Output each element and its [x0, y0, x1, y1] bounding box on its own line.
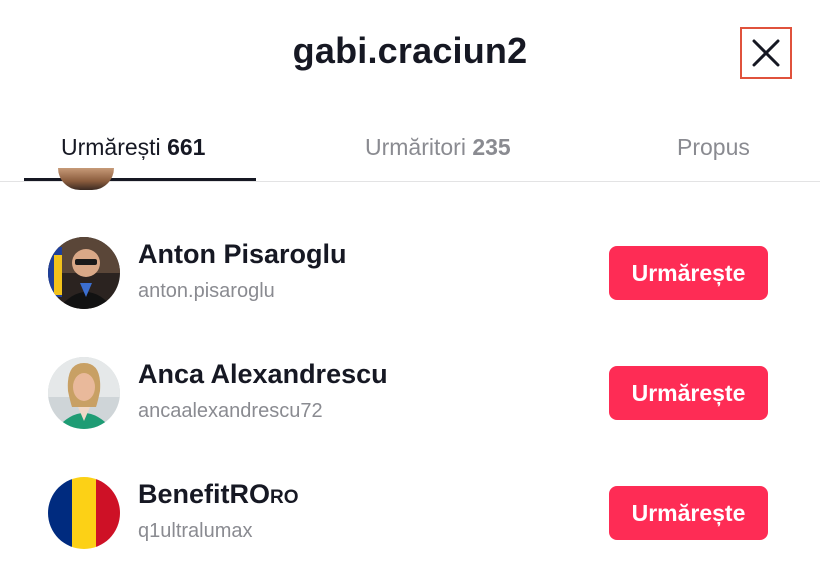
- user-name[interactable]: Anton Pisaroglu: [138, 239, 347, 270]
- active-tab-indicator: [24, 178, 256, 181]
- avatar[interactable]: [48, 237, 120, 309]
- list-item[interactable]: Anca Alexandrescu ancaalexandrescu72 Urm…: [0, 332, 820, 452]
- follow-button[interactable]: Urmărește: [609, 246, 768, 300]
- tab-bar: Urmărești 661 Urmăritori 235 Propus: [0, 120, 820, 182]
- user-name-text: BenefitRO: [138, 479, 271, 509]
- user-name-text: Anca Alexandrescu: [138, 359, 388, 389]
- modal-header: gabi.craciun2: [0, 0, 820, 110]
- tab-following-count: 661: [167, 134, 206, 160]
- tab-following[interactable]: Urmărești 661: [61, 134, 205, 161]
- user-name[interactable]: BenefitRORO: [138, 479, 299, 510]
- close-icon: [752, 39, 780, 67]
- avatar[interactable]: [58, 168, 114, 190]
- page-title: gabi.craciun2: [292, 30, 528, 71]
- user-handle[interactable]: q1ultralumax: [138, 520, 253, 543]
- tab-followers[interactable]: Urmăritori 235: [365, 134, 511, 161]
- user-name-text: Anton Pisaroglu: [138, 239, 347, 269]
- list-item[interactable]: BenefitRORO q1ultralumax Urmărește: [0, 452, 820, 572]
- user-handle[interactable]: ancaalexandrescu72: [138, 400, 323, 423]
- tab-followers-label: Urmăritori: [365, 134, 466, 160]
- tab-suggested[interactable]: Propus: [677, 134, 750, 161]
- list-item[interactable]: Anton Pisaroglu anton.pisaroglu Urmăreșt…: [0, 212, 820, 332]
- avatar[interactable]: [48, 477, 120, 549]
- tab-suggested-label: Propus: [677, 134, 750, 160]
- tab-followers-count: 235: [472, 134, 511, 160]
- tab-following-label: Urmărești: [61, 134, 161, 160]
- user-handle[interactable]: anton.pisaroglu: [138, 280, 275, 303]
- follow-button[interactable]: Urmărește: [609, 486, 768, 540]
- user-name-suffix: RO: [270, 487, 299, 508]
- avatar[interactable]: [48, 357, 120, 429]
- follow-button[interactable]: Urmărește: [609, 366, 768, 420]
- close-button[interactable]: [740, 27, 792, 79]
- user-name[interactable]: Anca Alexandrescu: [138, 359, 388, 390]
